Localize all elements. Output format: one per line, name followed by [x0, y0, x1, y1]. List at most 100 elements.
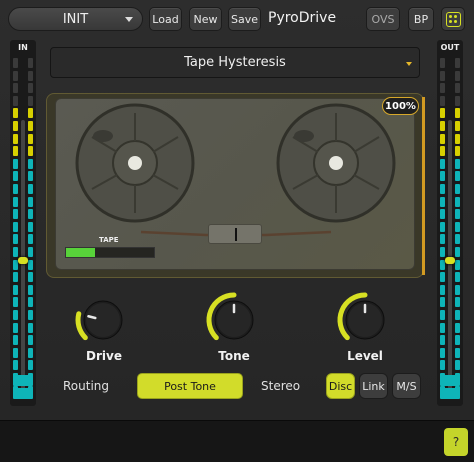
input-gain-track	[21, 120, 25, 390]
meter-segment	[440, 310, 445, 320]
meter-segment	[13, 108, 18, 119]
chevron-down-icon	[125, 17, 133, 22]
meter-segment	[13, 234, 18, 245]
dice-icon[interactable]	[441, 7, 465, 31]
meter-segment	[440, 209, 445, 220]
tape-head	[208, 224, 262, 244]
tape-display-edge	[422, 97, 425, 275]
meter-segment	[440, 83, 445, 94]
meter-segment	[13, 70, 18, 81]
help-button[interactable]: ?	[444, 428, 468, 456]
meter-segment	[455, 184, 460, 194]
routing-button[interactable]: Post Tone	[137, 373, 243, 399]
dice-dot	[454, 20, 457, 23]
ovs-button[interactable]: OVS	[366, 7, 400, 31]
right-reel-icon	[276, 103, 396, 223]
meter-segment	[28, 83, 33, 94]
meter-segment	[28, 121, 33, 131]
mix-percent-badge[interactable]: 100%	[382, 97, 419, 115]
footer-bar: ?	[0, 420, 474, 462]
meter-segment	[28, 146, 33, 157]
output-meter[interactable]: OUT	[437, 40, 463, 406]
drive-knob[interactable]	[74, 291, 132, 349]
meter-segment	[455, 108, 460, 119]
meter-segment	[13, 221, 18, 232]
meter-segment	[13, 284, 18, 295]
level-label: Level	[347, 349, 383, 363]
meter-segment	[28, 70, 33, 81]
knob-graphic	[75, 300, 123, 341]
preset-selector[interactable]: INIT	[8, 7, 143, 31]
knob-graphic	[206, 292, 254, 341]
meter-segment	[455, 70, 460, 81]
drive-label: Drive	[86, 349, 122, 363]
stereo-link-button[interactable]: Link	[359, 373, 388, 399]
routing-label: Routing	[63, 379, 110, 393]
meter-peak-block	[440, 375, 460, 386]
meter-segment	[440, 335, 445, 346]
meter-segment	[13, 121, 18, 131]
meter-segment	[28, 322, 33, 333]
meter-segment	[13, 158, 18, 169]
dice-dot	[449, 15, 452, 18]
meter-segment	[28, 335, 33, 346]
meter-segment	[28, 209, 33, 220]
tape-reels-graphic	[75, 103, 396, 237]
meter-segment	[455, 158, 460, 169]
meter-segment	[440, 133, 445, 144]
chevron-down-icon	[406, 62, 412, 66]
meter-segment	[455, 360, 460, 371]
dice-dot	[449, 20, 452, 23]
meter-segment	[13, 297, 18, 308]
meter-segment	[13, 322, 18, 333]
meter-segment	[455, 284, 460, 295]
input-gain-handle[interactable]	[18, 257, 28, 264]
stereo-label: Stereo	[261, 379, 301, 393]
load-button[interactable]: Load	[149, 7, 182, 31]
meter-segment	[28, 272, 33, 283]
level-knob[interactable]	[336, 291, 394, 349]
meter-segment	[28, 360, 33, 371]
input-meter[interactable]: IN	[10, 40, 36, 406]
meter-segment	[440, 360, 445, 371]
meter-segment	[440, 284, 445, 295]
bp-button[interactable]: BP	[408, 7, 434, 31]
meter-segment	[13, 171, 18, 182]
meter-segment	[440, 70, 445, 81]
meter-segment	[28, 259, 33, 270]
meter-segment	[455, 335, 460, 346]
output-gain-track	[448, 120, 452, 390]
stereo-ms-button[interactable]: M/S	[392, 373, 421, 399]
preset-name: INIT	[62, 11, 89, 27]
meter-peak-block	[440, 388, 460, 399]
algorithm-dropdown[interactable]: Tape Hysteresis	[50, 47, 420, 78]
meter-segment	[13, 184, 18, 194]
output-meter-label: OUT	[440, 43, 460, 52]
meter-segment	[455, 83, 460, 94]
meter-segment	[455, 133, 460, 144]
tape-level-label: TAPE	[99, 236, 119, 244]
tape-head-mark	[235, 228, 237, 241]
tape-level-bar[interactable]	[65, 247, 155, 258]
meter-segment	[455, 310, 460, 320]
meter-segment	[455, 58, 460, 68]
tone-knob[interactable]	[205, 291, 263, 349]
meter-segment	[440, 234, 445, 245]
plugin-title: PyroDrive	[268, 10, 337, 26]
meter-segment	[13, 133, 18, 144]
meter-segment	[13, 83, 18, 94]
output-gain-handle[interactable]	[445, 257, 455, 264]
new-button[interactable]: New	[189, 7, 222, 31]
stereo-disc-button[interactable]: Disc	[326, 373, 355, 399]
knob-graphic	[337, 292, 385, 341]
save-button[interactable]: Save	[228, 7, 261, 31]
meter-segment	[455, 171, 460, 182]
meter-segment	[455, 297, 460, 308]
meter-segment	[455, 347, 460, 358]
plugin-window: INIT Load New Save PyroDrive OVS BP IN O…	[0, 0, 474, 420]
meter-segment	[455, 121, 460, 131]
meter-segment	[440, 297, 445, 308]
meter-segment	[28, 221, 33, 232]
meter-segment	[440, 171, 445, 182]
meter-segment	[440, 196, 445, 207]
